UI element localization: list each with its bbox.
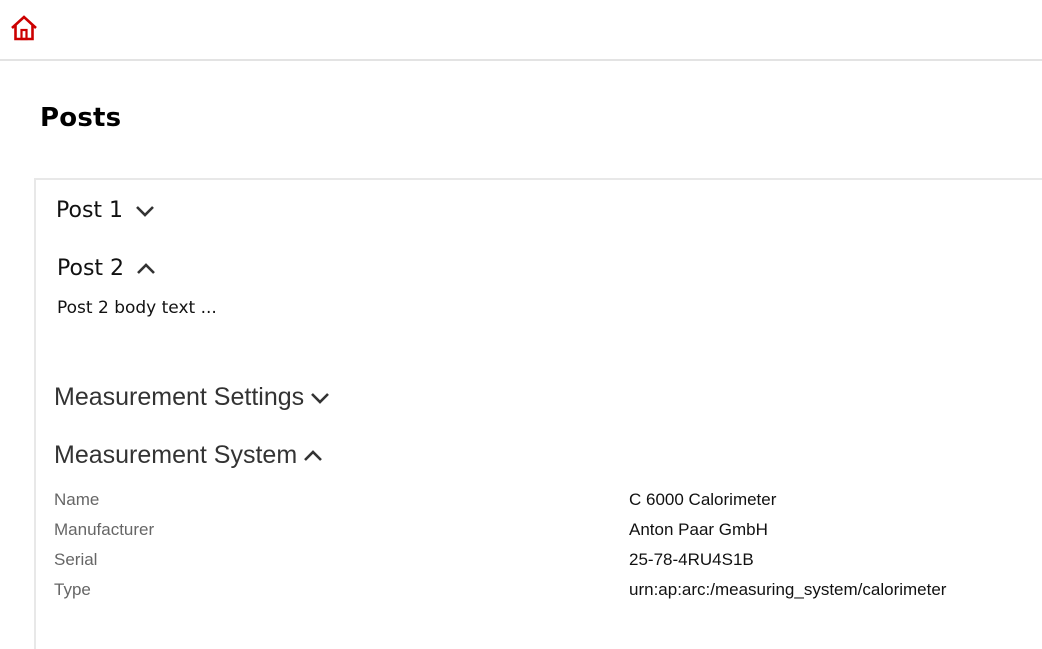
section-title: Measurement Settings	[54, 383, 305, 411]
posts-panel	[34, 178, 1042, 649]
property-value-type: urn:ap:arc:/measuring_system/calorimeter	[629, 580, 947, 599]
top-bar	[0, 0, 1042, 61]
property-label-name: Name	[54, 490, 100, 509]
property-label-type: Type	[54, 580, 91, 599]
measurement-settings-header[interactable]: Measurement Settings	[54, 383, 330, 412]
chevron-down-icon	[311, 392, 330, 404]
post-1-header[interactable]: Post 1	[56, 198, 155, 223]
chevron-up-icon	[137, 262, 155, 274]
chevron-down-icon	[136, 205, 154, 217]
property-value-serial: 25-78-4RU4S1B	[629, 550, 754, 569]
post-title: Post 1	[56, 198, 124, 223]
page-title: Posts	[40, 103, 122, 133]
measurement-system-header[interactable]: Measurement System	[54, 441, 323, 470]
post-title: Post 2	[57, 256, 125, 281]
post-2-header[interactable]: Post 2	[57, 256, 156, 281]
property-label-serial: Serial	[54, 550, 98, 569]
property-value-manufacturer: Anton Paar GmbH	[629, 520, 768, 539]
section-title: Measurement System	[54, 441, 298, 469]
property-label-manufacturer: Manufacturer	[54, 520, 155, 539]
chevron-up-icon	[304, 449, 323, 461]
home-icon[interactable]	[10, 14, 38, 42]
property-value-name: C 6000 Calorimeter	[629, 490, 777, 509]
post-2-body: Post 2 body text ...	[57, 298, 217, 318]
